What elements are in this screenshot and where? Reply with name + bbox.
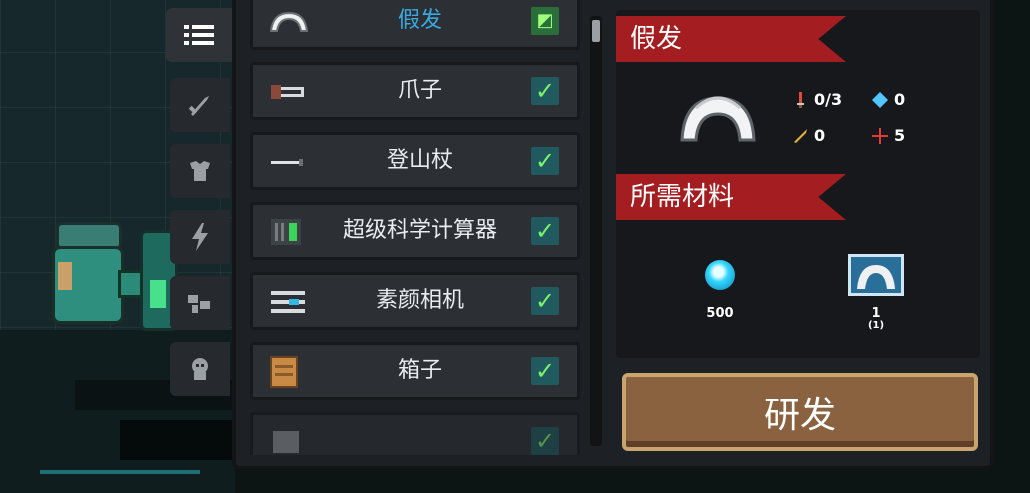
wig-icon — [269, 11, 309, 32]
stat-energy-value: 0 — [894, 90, 906, 109]
list-item[interactable]: 登山杖 ✓ — [250, 132, 580, 190]
checkbox-checked[interactable]: ✓ — [531, 427, 559, 455]
stat-energy: 0 — [872, 90, 905, 109]
scrollbar-thumb[interactable] — [592, 20, 600, 42]
wall-ledge-lower — [120, 420, 235, 460]
box-icon — [270, 356, 298, 388]
calculator-icon — [271, 219, 301, 245]
trekking-pole-icon — [271, 159, 303, 166]
checkbox-checked[interactable]: ✓ — [531, 147, 559, 175]
item-title-ribbon: 假发 — [616, 16, 846, 62]
tab-pet[interactable] — [170, 342, 230, 396]
claw-icon — [271, 85, 304, 99]
item-name — [323, 415, 517, 455]
list-item[interactable]: 假发 ◩ — [250, 0, 580, 50]
lightning-icon — [192, 223, 208, 251]
diamond-icon — [872, 91, 888, 108]
stat-crit: 0 — [792, 126, 825, 145]
list-item[interactable]: 爪子 ✓ — [250, 62, 580, 120]
list-item[interactable]: 超级科学计算器 ✓ — [250, 202, 580, 260]
item-name: 箱子 — [397, 358, 442, 383]
list-icon — [184, 25, 214, 45]
floor-light-strip — [40, 470, 200, 474]
item-name: 素颜相机 — [375, 288, 464, 313]
item-name: 假发 — [397, 8, 442, 33]
machine-glow — [150, 280, 166, 308]
stat-attack-value: 0/3 — [814, 90, 843, 109]
list-item[interactable]: ✓ — [250, 412, 580, 455]
bullet-icon — [794, 128, 807, 143]
camera-icon — [271, 291, 305, 313]
equipment-list[interactable]: 假发 ◩ 爪子 ✓ 登山杖 ✓ 超级科学计算器 ✓ 素颜相机 ✓ 箱子 ✓ ✓ — [246, 0, 586, 455]
tab-weapon[interactable] — [170, 78, 230, 132]
checkbox-checked[interactable]: ✓ — [531, 357, 559, 385]
stat-precision-value: 5 — [894, 126, 906, 145]
tab-plant[interactable] — [170, 276, 230, 330]
armor-icon — [190, 161, 210, 181]
tab-skill[interactable] — [170, 210, 230, 264]
stat-precision: 5 — [872, 126, 905, 145]
materials-title-ribbon: 所需材料 — [616, 174, 846, 220]
partial-item-icon — [273, 431, 299, 453]
category-tabs — [166, 8, 232, 408]
crosshair-icon — [872, 127, 888, 144]
checkbox-checked[interactable]: ✓ — [531, 287, 559, 315]
research-button[interactable]: 研发 — [622, 373, 978, 451]
item-name: 超级科学计算器 — [342, 218, 497, 243]
item-name: 爪子 — [397, 78, 442, 103]
wig-material-icon — [848, 254, 904, 296]
material-owned: (1) — [867, 320, 885, 331]
list-scrollbar[interactable] — [590, 16, 602, 446]
pet-icon — [192, 358, 208, 380]
tab-armor[interactable] — [170, 144, 230, 198]
weapon-icon — [188, 96, 209, 116]
stat-crit-value: 0 — [814, 126, 826, 145]
wig-icon — [680, 96, 756, 142]
item-name: 登山杖 — [386, 148, 453, 173]
sword-icon — [797, 91, 804, 108]
gem-icon — [705, 260, 735, 290]
checkbox-checked[interactable]: ✓ — [531, 217, 559, 245]
material-gem: 500 — [700, 260, 740, 321]
item-new-badge: ◩ — [531, 7, 559, 35]
research-machine — [52, 222, 124, 324]
checkbox-checked[interactable]: ✓ — [531, 77, 559, 105]
tab-list[interactable] — [166, 8, 232, 62]
material-amount: 1 — [871, 306, 881, 321]
list-item[interactable]: 素颜相机 ✓ — [250, 272, 580, 330]
list-item[interactable]: 箱子 ✓ — [250, 342, 580, 400]
material-wig: 1 (1) — [844, 254, 908, 331]
material-amount: 500 — [706, 306, 734, 321]
item-details: 假发 0/3 0 0 5 所需材料 500 1 (1) — [616, 10, 980, 358]
plant-icon — [188, 295, 210, 313]
stat-attack: 0/3 — [792, 90, 842, 109]
